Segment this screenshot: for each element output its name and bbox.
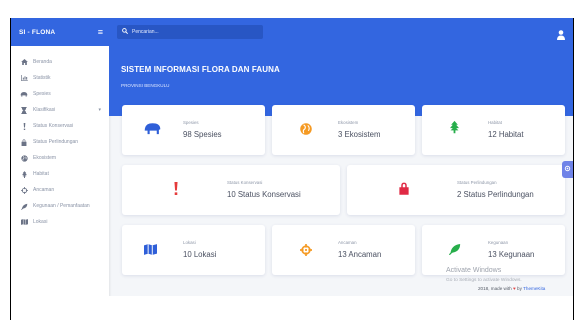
windows-activation-hint: Go to Settings to activate Windows.: [446, 278, 522, 283]
credit-prefix: 2018, made with: [478, 286, 512, 291]
sidebar: SI - FLONA ≡ Beranda Statistik Spesies K…: [11, 18, 109, 320]
sidebar-item-ekosistem[interactable]: Ekosistem: [11, 150, 109, 166]
card-spesies[interactable]: Spesies 98 Spesies: [122, 105, 265, 155]
heart-icon: ♥: [513, 286, 516, 291]
card-label: Status Konservasi: [227, 180, 263, 185]
tree-icon: [450, 120, 459, 134]
card-lokasi[interactable]: Lokasi 10 Lokasi: [122, 225, 265, 275]
sidebar-item-label: Beranda: [33, 59, 52, 65]
home-icon: [20, 59, 28, 65]
globe-icon: [300, 123, 312, 135]
search-box: [117, 25, 263, 39]
credit-brand-link[interactable]: ThemeKita: [523, 286, 545, 291]
sidebar-item-label: Ancaman: [33, 187, 55, 193]
paw-icon: [20, 91, 28, 97]
brand-name[interactable]: SI - FLONA: [19, 29, 55, 36]
card-status-perlindungan[interactable]: Status Perlindungan 2 Status Perlindunga…: [347, 165, 565, 215]
card-value: 13 Kegunaan: [488, 250, 535, 259]
card-habitat[interactable]: Habitat 12 Habitat: [422, 105, 565, 155]
paw-icon: [144, 122, 161, 135]
card-value: 10 Lokasi: [183, 250, 217, 259]
sidebar-item-label: Spesies: [33, 91, 51, 97]
card-value: 10 Status Konservasi: [227, 190, 301, 199]
card-label: Status Perlindungan: [457, 180, 497, 185]
windows-activation-watermark: Activate Windows: [446, 267, 502, 274]
card-value: 13 Ancaman: [338, 250, 382, 259]
card-ancaman[interactable]: Ancaman 13 Ancaman: [272, 225, 415, 275]
exclamation-icon: [20, 122, 28, 130]
card-value: 98 Spesies: [183, 130, 222, 139]
globe-icon: [20, 154, 28, 162]
search-icon[interactable]: [122, 28, 129, 36]
hourglass-icon: [20, 106, 28, 114]
search-input[interactable]: [132, 29, 252, 35]
sidebar-item-status-konservasi[interactable]: Status Konservasi: [11, 118, 109, 134]
app-window: SI - FLONA ≡ Beranda Statistik Spesies K…: [10, 18, 574, 320]
screen-top-margin: [0, 0, 584, 18]
sidebar-item-beranda[interactable]: Beranda: [11, 54, 109, 70]
card-label: Ekosistem: [338, 120, 359, 125]
card-value: 3 Ekosistem: [338, 130, 381, 139]
card-value: 12 Habitat: [488, 130, 524, 139]
map-icon: [144, 244, 157, 255]
card-label: Ancaman: [338, 240, 357, 245]
card-label: Lokasi: [183, 240, 196, 245]
page-title: SISTEM INFORMASI FLORA DAN FAUNA: [121, 65, 280, 74]
card-value: 2 Status Perlindungan: [457, 190, 534, 199]
sidebar-item-label: Habitat: [33, 171, 49, 177]
user-icon[interactable]: [557, 27, 565, 40]
page-subtitle: PROVINSI BENGKULU: [121, 83, 170, 88]
exclamation-icon: [174, 182, 178, 195]
sidebar-item-label: Kegunaan / Pemanfaatan: [33, 203, 90, 209]
crosshair-icon: [300, 244, 312, 256]
sidebar-item-label: Lokasi: [33, 219, 48, 225]
sidebar-item-spesies[interactable]: Spesies: [11, 86, 109, 102]
hamburger-menu-icon[interactable]: ≡: [98, 27, 103, 37]
sidebar-item-statistik[interactable]: Statistik: [11, 70, 109, 86]
sidebar-nav: Beranda Statistik Spesies Klasifikasi ▾: [11, 46, 109, 230]
chart-icon: [20, 75, 28, 81]
card-label: Kegunaan: [488, 240, 509, 245]
sidebar-item-status-perlindungan[interactable]: Status Perlindungan: [11, 134, 109, 150]
card-status-konservasi[interactable]: Status Konservasi 10 Status Konservasi: [122, 165, 340, 215]
leaf-icon: [20, 203, 28, 210]
map-icon: [20, 219, 28, 225]
sidebar-item-lokasi[interactable]: Lokasi: [11, 214, 109, 230]
card-ekosistem[interactable]: Ekosistem 3 Ekosistem: [272, 105, 415, 155]
lock-icon: [399, 182, 409, 195]
settings-gear-button[interactable]: [562, 161, 573, 178]
leaf-icon: [449, 243, 461, 255]
tree-icon: [20, 170, 28, 178]
card-label: Habitat: [488, 120, 502, 125]
sidebar-item-kegunaan[interactable]: Kegunaan / Pemanfaatan: [11, 198, 109, 214]
sidebar-item-klasifikasi[interactable]: Klasifikasi ▾: [11, 102, 109, 118]
chevron-down-icon[interactable]: ▾: [98, 107, 101, 113]
sidebar-item-ancaman[interactable]: Ancaman: [11, 182, 109, 198]
credit-by: by: [517, 286, 522, 291]
gear-icon: [564, 165, 571, 174]
lock-icon: [20, 138, 28, 146]
sidebar-item-label: Ekosistem: [33, 155, 57, 161]
sidebar-item-label: Status Konservasi: [33, 123, 74, 129]
footer-credit: 2018, made with ♥ by ThemeKita: [478, 286, 545, 291]
sidebar-item-label: Klasifikasi: [33, 107, 56, 113]
card-label: Spesies: [183, 120, 199, 125]
crosshair-icon: [20, 186, 28, 194]
sidebar-item-habitat[interactable]: Habitat: [11, 166, 109, 182]
brand-bar: SI - FLONA ≡: [11, 18, 109, 46]
sidebar-item-label: Status Perlindungan: [33, 139, 79, 145]
page-footer: [109, 296, 573, 320]
sidebar-item-label: Statistik: [33, 75, 51, 81]
top-navbar: [109, 18, 573, 46]
